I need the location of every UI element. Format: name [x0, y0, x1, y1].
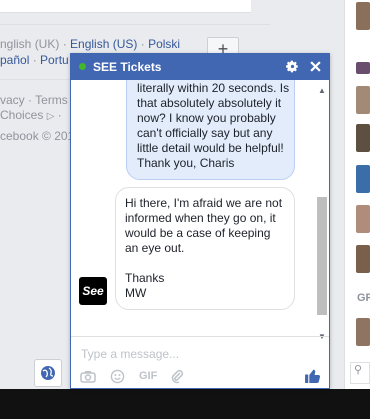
- contact-avatar[interactable]: [356, 124, 370, 152]
- gif-button[interactable]: GIF: [139, 368, 157, 384]
- footer-privacy-link[interactable]: vacy: [0, 93, 25, 107]
- close-icon[interactable]: [306, 58, 324, 76]
- feed-card-bottom: [0, 0, 251, 13]
- globe-button[interactable]: [34, 359, 62, 387]
- contact-avatar[interactable]: [356, 318, 370, 346]
- chat-window: SEE Tickets literally within 20 seconds.…: [70, 53, 330, 389]
- sidebar-group-label: GF: [357, 292, 370, 304]
- language-list: nglish (UK) · English (US) · Polski: [0, 37, 181, 51]
- language-list-row2: pañol · Portu: [0, 53, 69, 67]
- page-avatar[interactable]: See: [79, 277, 107, 305]
- language-english-us[interactable]: English (US): [70, 37, 137, 51]
- adchoices-icon: ▷: [46, 111, 55, 122]
- like-thumb-icon[interactable]: [304, 365, 321, 385]
- attachment-icon[interactable]: [169, 368, 185, 384]
- contact-avatar[interactable]: [356, 205, 370, 233]
- footer-links: vacy · Terms ·: [0, 93, 75, 107]
- globe-icon: [41, 366, 55, 380]
- message-composer: GIF: [71, 336, 329, 389]
- camera-icon[interactable]: [80, 368, 96, 384]
- chat-header[interactable]: SEE Tickets: [70, 53, 330, 80]
- search-icon: ⚲: [354, 364, 363, 376]
- scroll-thumb[interactable]: [317, 197, 327, 315]
- emoji-icon[interactable]: [110, 368, 125, 384]
- scroll-up-icon[interactable]: ▲: [318, 86, 326, 95]
- message-input[interactable]: [79, 344, 303, 364]
- language-polski[interactable]: Polski: [148, 37, 180, 51]
- divider: [0, 24, 270, 25]
- taskbar: [0, 389, 370, 419]
- contact-avatar[interactable]: [356, 165, 370, 193]
- message-scrollbar[interactable]: ▲ ▼: [317, 83, 327, 341]
- language-portugues[interactable]: Portu: [40, 53, 69, 67]
- message-thread[interactable]: literally within 20 seconds. Is that abs…: [71, 80, 329, 342]
- outgoing-message: literally within 20 seconds. Is that abs…: [126, 80, 295, 180]
- incoming-message: Hi there, I'm afraid we are not informed…: [115, 187, 295, 310]
- language-espanol[interactable]: pañol: [0, 53, 29, 67]
- footer-adchoices-link[interactable]: Choices: [0, 108, 43, 122]
- footer-terms-link[interactable]: Terms: [35, 93, 68, 107]
- contact-avatar[interactable]: [356, 245, 370, 273]
- online-status-icon: [79, 63, 86, 70]
- footer-adchoices: Choices ▷ ·: [0, 108, 62, 122]
- contact-avatar[interactable]: [356, 2, 370, 30]
- chat-title[interactable]: SEE Tickets: [93, 60, 278, 74]
- settings-gear-icon[interactable]: [283, 58, 301, 76]
- footer-copyright: cebook © 201: [0, 129, 75, 143]
- contact-avatar[interactable]: [356, 86, 370, 114]
- contact-avatar[interactable]: [356, 62, 370, 74]
- language-english-uk[interactable]: nglish (UK): [0, 37, 59, 51]
- sidebar-search[interactable]: ⚲: [350, 362, 370, 384]
